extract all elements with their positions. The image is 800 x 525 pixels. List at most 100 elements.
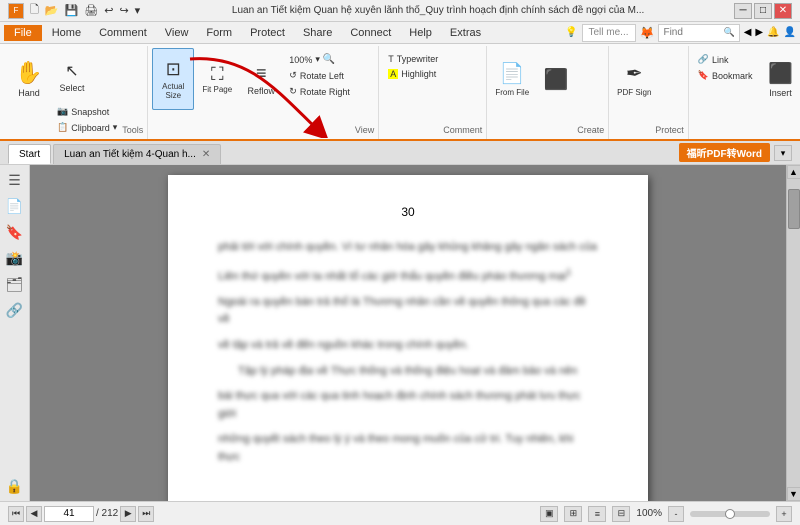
zoom-select[interactable]: 100% ▾ 🔍 bbox=[284, 52, 355, 67]
print-btn[interactable]: 🖨 bbox=[82, 3, 100, 18]
sidebar-page-icon[interactable]: 📄 bbox=[4, 195, 26, 217]
continuous-view-btn[interactable]: ⊟ bbox=[612, 506, 630, 522]
right-scrollbar[interactable]: ▲ ▼ bbox=[786, 165, 800, 501]
ribbon-group-tools: ✋ Hand ↖ Select 📷 Snapshot 📋 Clipboard bbox=[4, 46, 148, 139]
find-box[interactable]: 🔍 bbox=[658, 24, 739, 42]
zoom-out-btn[interactable]: - bbox=[668, 506, 684, 522]
two-page-view-btn[interactable]: ⊞ bbox=[564, 506, 582, 522]
menu-view[interactable]: View bbox=[157, 25, 197, 41]
sidebar-link-icon[interactable]: 🔗 bbox=[4, 299, 26, 321]
tools-small-col: 📷 Snapshot 📋 Clipboard ▾ bbox=[52, 102, 122, 137]
snapshot-label: Snapshot bbox=[71, 107, 109, 117]
nav-right-icon[interactable]: ▶ bbox=[755, 27, 763, 38]
menu-form[interactable]: Form bbox=[198, 25, 240, 41]
tell-me-box[interactable]: Tell me... bbox=[582, 24, 636, 42]
scroll-view-btn[interactable]: ≡ bbox=[588, 506, 606, 522]
page-number: 30 bbox=[218, 205, 598, 219]
new-btn[interactable]: 🗋 bbox=[28, 0, 41, 21]
first-page-btn[interactable]: ⏮ bbox=[8, 506, 24, 522]
tab-close-icon[interactable]: ✕ bbox=[202, 149, 210, 160]
menu-home[interactable]: Home bbox=[44, 25, 89, 41]
zoom-in-icon[interactable]: 🔍 bbox=[323, 54, 335, 65]
scroll-down-btn[interactable]: ▼ bbox=[787, 487, 800, 501]
typewriter-button[interactable]: T Typewriter bbox=[383, 52, 443, 66]
statusbar-right: ▣ ⊞ ≡ ⊟ 100% - + bbox=[540, 506, 792, 522]
single-page-view-btn[interactable]: ▣ bbox=[540, 506, 558, 522]
minimize-btn[interactable]: ─ bbox=[734, 3, 752, 19]
sidebar-snapshot-icon[interactable]: 📸 bbox=[4, 247, 26, 269]
select-tool-button[interactable]: ↖ Select bbox=[52, 52, 92, 102]
fit-page-icon: ⛶ bbox=[211, 64, 224, 85]
save-btn[interactable]: 💾 bbox=[63, 3, 81, 18]
doc-line-2: Liên thứ quyền với ta nhất tổ các giờ th… bbox=[218, 265, 598, 286]
tab-start[interactable]: Start bbox=[8, 144, 51, 164]
hand-tool-button[interactable]: ✋ Hand bbox=[8, 48, 50, 110]
pdf-sign-button[interactable]: ✒ PDF Sign bbox=[613, 48, 655, 110]
sidebar-layers-icon[interactable]: 🗂 bbox=[4, 273, 26, 295]
menu-connect[interactable]: Connect bbox=[342, 25, 399, 41]
hand-icon: ✋ bbox=[15, 60, 42, 86]
doc-line-6: bài thực qua với các qua tinh hoạch định… bbox=[218, 388, 598, 423]
tab-dropdown-btn[interactable]: ▾ bbox=[774, 145, 792, 161]
zoom-thumb[interactable] bbox=[725, 509, 735, 519]
insert-label: Insert bbox=[769, 88, 792, 98]
close-btn[interactable]: ✕ bbox=[774, 3, 792, 19]
menu-file[interactable]: File bbox=[4, 25, 42, 41]
scrollbar-thumb[interactable] bbox=[788, 189, 800, 229]
ribbon-group-comment: T Typewriter A Highlight Comment bbox=[379, 46, 487, 139]
from-file-icon: 📄 bbox=[500, 61, 525, 86]
user-icon[interactable]: 👤 bbox=[784, 27, 796, 38]
sidebar-bookmark-icon[interactable]: 🔖 bbox=[4, 221, 26, 243]
next-page-btn[interactable]: ▶ bbox=[120, 506, 136, 522]
page-input[interactable] bbox=[44, 506, 94, 522]
last-page-btn[interactable]: ⏭ bbox=[138, 506, 154, 522]
comment-group-label: Comment bbox=[443, 123, 482, 137]
snapshot-button[interactable]: 📷 Snapshot bbox=[52, 104, 122, 119]
menu-comment[interactable]: Comment bbox=[91, 25, 155, 41]
ribbon-group-view: ⊡ Actual Size ⛶ Fit Page ≡ Reflow 100% ▾… bbox=[148, 46, 379, 139]
rotate-left-button[interactable]: ↺ Rotate Left bbox=[284, 68, 355, 83]
create-more-button[interactable]: ⬛ bbox=[535, 48, 577, 110]
zoom-in-btn[interactable]: + bbox=[776, 506, 792, 522]
bookmark-button[interactable]: 🔖 Bookmark bbox=[693, 68, 758, 83]
highlight-button[interactable]: A Highlight bbox=[383, 67, 443, 81]
highlight-label: Highlight bbox=[401, 69, 436, 79]
menu-share[interactable]: Share bbox=[295, 25, 340, 41]
insert-button[interactable]: ⬛ Insert bbox=[760, 48, 800, 110]
actual-size-button[interactable]: ⊡ Actual Size bbox=[152, 48, 194, 110]
window-controls: ─ □ ✕ bbox=[734, 3, 792, 19]
menu-help[interactable]: Help bbox=[401, 25, 440, 41]
scroll-up-btn[interactable]: ▲ bbox=[787, 165, 800, 179]
open-btn[interactable]: 📂 bbox=[43, 3, 61, 18]
protect-group-label: Protect bbox=[655, 123, 684, 137]
menu-extras[interactable]: Extras bbox=[442, 25, 489, 41]
clipboard-button[interactable]: 📋 Clipboard ▾ bbox=[52, 120, 122, 135]
find-input[interactable] bbox=[663, 27, 723, 38]
redo-btn[interactable]: ↪ bbox=[117, 3, 130, 18]
from-file-button[interactable]: 📄 From File bbox=[491, 48, 533, 110]
find-search-icon[interactable]: 🔍 bbox=[723, 27, 734, 38]
comment-small-col: T Typewriter A Highlight bbox=[383, 48, 443, 83]
rotate-left-label: Rotate Left bbox=[300, 71, 344, 81]
fit-page-label: Fit Page bbox=[202, 85, 232, 94]
highlight-icon: A bbox=[388, 69, 398, 79]
bell-icon[interactable]: 🔔 bbox=[767, 27, 779, 38]
reflow-button[interactable]: ≡ Reflow bbox=[240, 48, 282, 110]
tab-document-label: Luan an Tiết kiệm 4-Quan h... bbox=[64, 149, 196, 160]
maximize-btn[interactable]: □ bbox=[754, 3, 772, 19]
scrollbar-track[interactable] bbox=[787, 179, 800, 487]
rotate-right-button[interactable]: ↻ Rotate Right bbox=[284, 84, 355, 99]
tab-document[interactable]: Luan an Tiết kiệm 4-Quan h... ✕ bbox=[53, 144, 221, 164]
undo-btn[interactable]: ↩ bbox=[102, 3, 115, 18]
document-page: 30 phải tới với chính quyền. Vì tư nhân … bbox=[168, 175, 648, 501]
clipboard-dropdown-icon: ▾ bbox=[113, 122, 118, 133]
link-button[interactable]: 🔗 Link bbox=[693, 52, 758, 67]
nav-left-icon[interactable]: ◀ bbox=[744, 27, 752, 38]
dropdown-btn[interactable]: ▾ bbox=[133, 3, 143, 18]
zoom-slider[interactable] bbox=[690, 511, 770, 517]
sidebar-nav-icon[interactable]: ☰ bbox=[4, 169, 26, 191]
menu-protect[interactable]: Protect bbox=[242, 25, 293, 41]
sidebar-lock-icon: 🔒 bbox=[4, 475, 26, 497]
prev-page-btn[interactable]: ◀ bbox=[26, 506, 42, 522]
fit-page-button[interactable]: ⛶ Fit Page bbox=[196, 48, 238, 110]
